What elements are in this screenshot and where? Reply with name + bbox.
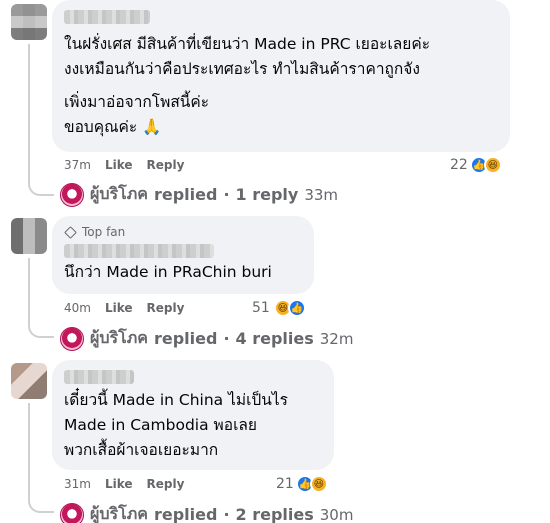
redacted-author-name[interactable] [64,370,134,384]
reply-button[interactable]: Reply [147,158,185,172]
replied-label: replied [153,329,218,348]
diamond-icon [64,225,77,239]
reply-count: 1 reply [235,185,299,204]
commenter-avatar[interactable] [11,363,47,399]
comment-time[interactable]: 37m [64,158,91,172]
comment-text-line: เพิ่งมาอ่อจากโพสนี้ค่ะ [64,93,210,111]
replied-label: replied [153,505,218,523]
separator: · [223,329,230,348]
thread-connector [28,44,54,196]
comment-text-line: Made in Cambodia พอเลย [64,416,257,434]
comment-time[interactable]: 40m [64,301,91,315]
reply-count: 4 replies [235,329,314,348]
top-fan-badge: Top fan [64,224,302,240]
comment-bubble: Top fan นึกว่า Made in PRaChin buri [52,216,314,294]
separator: · [223,505,230,523]
reply-time: 30m [319,505,354,523]
reply-button[interactable]: Reply [147,301,185,315]
reaction-count: 21 [276,476,294,492]
comment-bubble: เดี๋ยวนี้ Made in China ไม่เป็นไร Made i… [52,360,334,470]
replier-name: ผู้บริโภค [90,184,148,203]
comment-actions: 37m Like Reply [64,158,184,172]
comment-actions: 40m Like Reply [64,301,184,315]
like-icon: 👍 [287,299,306,317]
view-replies-link[interactable]: ผู้บริโภค replied · 4 replies 32m [60,326,353,351]
reaction-summary[interactable]: 21 👍 😆 [276,475,328,493]
reaction-summary[interactable]: 51 😆 👍 [252,299,306,317]
top-fan-label: Top fan [82,225,126,239]
comment-text-line: พวกเสื้อผ้าเจอเยอะมาก [64,441,219,459]
reply-time: 33m [304,185,339,204]
reply-button[interactable]: Reply [147,477,185,491]
thread-connector [28,258,54,338]
comment-time[interactable]: 31m [64,477,91,491]
commenter-avatar[interactable] [11,4,47,40]
view-replies-link[interactable]: ผู้บริโภค replied · 1 reply 33m [60,182,338,207]
reaction-count: 51 [252,300,270,316]
replied-label: replied [153,185,218,204]
replier-name: ผู้บริโภค [90,504,148,523]
haha-icon: 😆 [483,156,502,174]
view-replies-link[interactable]: ผู้บริโภค replied · 2 replies 30m [60,502,353,523]
comment-text-line: เดี๋ยวนี้ Made in China ไม่เป็นไร [64,391,288,409]
reply-time: 32m [319,329,354,348]
thread-connector [28,403,54,513]
redacted-author-name[interactable] [64,244,214,258]
page-avatar [60,502,84,523]
redacted-author-name[interactable] [64,10,150,24]
reaction-count: 22 [450,157,468,173]
reply-count: 2 replies [235,505,314,523]
comment-text-line: ขอบคุณค่ะ 🙏 [64,118,162,136]
comment-text-line: นึกว่า Made in PRaChin buri [64,263,272,281]
like-button[interactable]: Like [105,301,133,315]
commenter-avatar[interactable] [11,218,47,254]
haha-icon: 😆 [309,475,328,493]
page-avatar [60,326,84,351]
reaction-summary[interactable]: 22 👍 😆 [450,156,502,174]
replier-name: ผู้บริโภค [90,328,148,347]
comment-text-line: งงเหมือนกันว่าคือประเทศอะไร ทำไมสินค้ารา… [64,60,420,78]
comment-text-line: ในฝรั่งเศส มีสินค้าที่เขียนว่า Made in P… [64,35,431,53]
like-button[interactable]: Like [105,477,133,491]
comment-actions: 31m Like Reply [64,477,184,491]
separator: · [223,185,230,204]
comment-bubble: ในฝรั่งเศส มีสินค้าที่เขียนว่า Made in P… [52,0,510,152]
page-avatar [60,182,84,207]
like-button[interactable]: Like [105,158,133,172]
